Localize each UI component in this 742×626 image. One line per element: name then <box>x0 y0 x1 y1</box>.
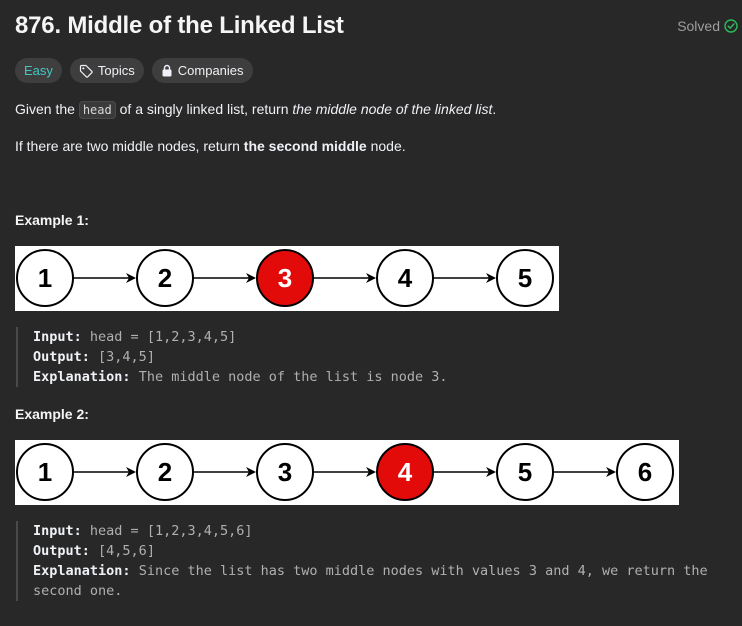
inline-code-head: head <box>78 101 116 119</box>
solved-label: Solved <box>677 18 720 34</box>
topics-button[interactable]: Topics <box>69 58 144 83</box>
example-1-input-line: Input: head = [1,2,3,4,5] <box>33 327 448 347</box>
output-value: [3,4,5] <box>98 349 155 365</box>
text: Given the <box>15 101 79 117</box>
example-1-diagram: 1 2 3 4 5 <box>15 246 559 311</box>
explanation-label: Explanation: <box>33 369 131 385</box>
node-value: 3 <box>278 263 292 293</box>
example-1-heading: Example 1: <box>15 212 89 228</box>
example-2-diagram: 1 2 3 4 5 6 <box>15 440 679 505</box>
node-value: 1 <box>38 263 52 293</box>
node-value: 5 <box>518 263 532 293</box>
node-value: 4 <box>398 457 413 487</box>
tag-icon <box>79 64 93 78</box>
node-value: 2 <box>158 263 172 293</box>
input-label: Input: <box>33 329 82 345</box>
solved-status: Solved <box>677 18 738 34</box>
topics-label: Topics <box>97 63 135 78</box>
text: . <box>492 101 497 117</box>
description-paragraph-1: Given the head of a singly linked list, … <box>15 101 497 119</box>
input-label: Input: <box>33 523 82 539</box>
lock-icon <box>162 64 172 77</box>
example-2-explanation-continuation: second one. <box>33 583 123 599</box>
check-circle-icon <box>724 19 738 33</box>
linked-list-diagram-2: 1 2 3 4 5 6 <box>16 443 674 501</box>
input-value: head = [1,2,3,4,5] <box>89 329 237 345</box>
text: node. <box>366 138 406 154</box>
example-1-output-line: Output: [3,4,5] <box>33 347 448 367</box>
difficulty-badge[interactable]: Easy <box>15 58 62 83</box>
linked-list-diagram-1: 1 2 3 4 5 <box>16 249 554 307</box>
example-2-input-line: Input: head = [1,2,3,4,5,6] <box>33 521 708 541</box>
explanation-value: Since the list has two middle nodes with… <box>138 563 708 579</box>
node-value: 5 <box>518 457 532 487</box>
output-label: Output: <box>33 543 90 559</box>
node-value: 2 <box>158 457 172 487</box>
node-value: 6 <box>638 457 652 487</box>
explanation-value: The middle node of the list is node 3. <box>138 369 448 385</box>
tag-row: Easy Topics Companies <box>15 58 253 83</box>
difficulty-label: Easy <box>24 63 53 78</box>
text: of a singly linked list, return <box>115 101 293 117</box>
example-2-code-block: Input: head = [1,2,3,4,5,6] Output: [4,5… <box>16 521 708 601</box>
output-value: [4,5,6] <box>98 543 155 559</box>
emphasis-text: the middle node of the linked list <box>292 101 493 117</box>
companies-label: Companies <box>177 63 244 78</box>
example-2-explanation-line: Explanation: Since the list has two midd… <box>33 561 708 581</box>
example-1-explanation-line: Explanation: The middle node of the list… <box>33 367 448 387</box>
example-1-code-block: Input: head = [1,2,3,4,5] Output: [3,4,5… <box>16 327 448 387</box>
companies-button[interactable]: Companies <box>151 58 253 83</box>
node-value: 1 <box>38 457 52 487</box>
explanation-label: Explanation: <box>33 563 131 579</box>
node-value: 3 <box>278 457 292 487</box>
output-label: Output: <box>33 349 90 365</box>
description-paragraph-2: If there are two middle nodes, return th… <box>15 138 406 154</box>
bold-text: the second middle <box>243 138 367 154</box>
problem-title: 876. Middle of the Linked List <box>15 12 344 39</box>
node-value: 4 <box>398 263 413 293</box>
text: If there are two middle nodes, return <box>15 138 244 154</box>
example-2-output-line: Output: [4,5,6] <box>33 541 708 561</box>
example-2-heading: Example 2: <box>15 406 89 422</box>
input-value: head = [1,2,3,4,5,6] <box>89 523 253 539</box>
